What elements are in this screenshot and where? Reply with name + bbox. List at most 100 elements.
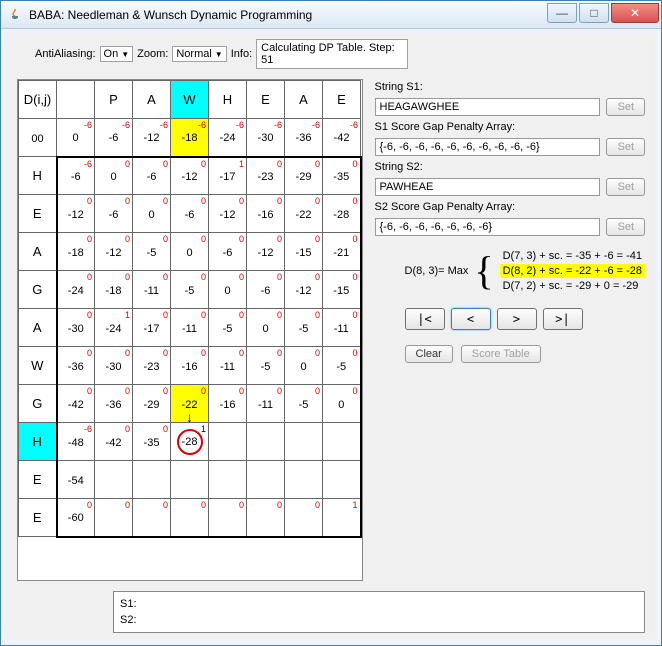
dp-cell: 0-5 (285, 385, 323, 423)
content-area: AntiAliasing: On▼ Zoom: Normal▼ Info: Ca… (1, 29, 661, 645)
dp-cell: 0-16 (171, 347, 209, 385)
dp-cell: 0-12 (171, 157, 209, 195)
nav-first-button[interactable]: |< (405, 308, 445, 330)
formula-lines: D(7, 3) + sc. = -35 + -6 = -41 D(8, 2) +… (500, 249, 645, 293)
dp-cell: 0-11 (171, 309, 209, 347)
close-button[interactable]: ✕ (611, 3, 659, 23)
dp-cell: 0-6 (133, 157, 171, 195)
dp-cell (247, 461, 285, 499)
dp-cell: 0-12 (95, 233, 133, 271)
dp-cell: 0-11 (133, 271, 171, 309)
dp-cell (247, 423, 285, 461)
dp-cell: 0-42 (57, 385, 95, 423)
brace-icon: { (474, 255, 493, 287)
dp-col-header: A (285, 81, 323, 119)
s1-set-button[interactable]: Set (606, 98, 645, 116)
dp-cell: 0-23 (133, 347, 171, 385)
maximize-button[interactable]: □ (579, 3, 609, 23)
alignment-box: S1: S2: (113, 591, 645, 633)
s1arr-input[interactable]: {-6, -6, -6, -6, -6, -6, -6, -6, -6, -6} (375, 138, 601, 156)
dp-cell: 0-6 (95, 195, 133, 233)
aa-label: AntiAliasing: (35, 48, 96, 60)
dp-cell: 0-16 (209, 385, 247, 423)
dp-cell: -60 (57, 119, 95, 157)
dp-cell: -6-48 (57, 423, 95, 461)
s2-label: String S2: (375, 161, 646, 173)
s2-set-button[interactable]: Set (606, 178, 645, 196)
window-controls: — □ ✕ (547, 3, 659, 23)
s2arr-set-button[interactable]: Set (606, 218, 645, 236)
dp-cell: 0-16 (247, 195, 285, 233)
dp-cell: E (19, 499, 57, 537)
formula-left: D(8, 3)= Max (405, 265, 469, 277)
s1-input[interactable]: HEAGAWGHEE (375, 98, 601, 116)
dp-cell: 0 (209, 499, 247, 537)
s1arr-label: S1 Score Gap Penalty Array: (375, 121, 646, 133)
dp-cell: G (19, 271, 57, 309)
dp-cell: 0-11 (323, 309, 361, 347)
dp-col-header: E (323, 81, 361, 119)
dp-cell: 0 (285, 499, 323, 537)
dp-col-header (57, 81, 95, 119)
formula-line-0: D(7, 3) + sc. = -35 + -6 = -41 (500, 249, 645, 263)
dp-cell (171, 461, 209, 499)
s2-input[interactable]: PAWHEAE (375, 178, 601, 196)
dp-cell: A (19, 309, 57, 347)
dp-cell (285, 461, 323, 499)
dp-col-header: A (133, 81, 171, 119)
dp-cell: 0 (247, 499, 285, 537)
dp-cell: 0-24 (57, 271, 95, 309)
dp-cell: 0-5 (171, 271, 209, 309)
dp-cell: 0-11 (247, 385, 285, 423)
dp-cell: 00 (247, 309, 285, 347)
dp-cell: 00 (171, 233, 209, 271)
dp-col-header: W (171, 81, 209, 119)
dp-table-wrap: D(i,j)PAWHEAE00-60-6-6-6-12-6-18-6-24-6-… (17, 79, 363, 581)
info-field: Calculating DP Table. Step: 51 (256, 39, 408, 69)
dp-cell: 00 (209, 271, 247, 309)
formula-line-2: D(7, 2) + sc. = -29 + 0 = -29 (500, 279, 645, 293)
nav-prev-button[interactable]: < (451, 308, 491, 330)
s1arr-set-button[interactable]: Set (606, 138, 645, 156)
dp-cell (323, 461, 361, 499)
dp-table: D(i,j)PAWHEAE00-60-6-6-6-12-6-18-6-24-6-… (18, 80, 362, 538)
dp-cell: 0-35 (323, 157, 361, 195)
nav-last-button[interactable]: >| (543, 308, 583, 330)
dp-cell: 0-6 (171, 195, 209, 233)
window-title: BABA: Needleman & Wunsch Dynamic Program… (29, 8, 547, 22)
dp-cell (323, 423, 361, 461)
dp-cell: 00 (133, 195, 171, 233)
dp-cell: 00 (95, 157, 133, 195)
dp-cell: -6-30 (247, 119, 285, 157)
align-s2-label: S2: (120, 614, 137, 626)
dp-cell: 0-12 (209, 195, 247, 233)
clear-button[interactable]: Clear (405, 345, 453, 363)
chevron-down-icon: ▼ (215, 50, 223, 59)
dp-cell: 1-24 (95, 309, 133, 347)
nav-next-button[interactable]: > (497, 308, 537, 330)
dp-cell: 1-17 (209, 157, 247, 195)
aa-select[interactable]: On▼ (100, 46, 134, 62)
dp-cell: 0-12 (247, 233, 285, 271)
zoom-select[interactable]: Normal▼ (172, 46, 226, 62)
dp-cell: 0 (95, 499, 133, 537)
s1-label: String S1: (375, 81, 646, 93)
dp-cell: H (19, 157, 57, 195)
nav-buttons: |< < > >| (405, 308, 646, 330)
dp-cell: 0-12 (285, 271, 323, 309)
dp-col-header: P (95, 81, 133, 119)
toolbar: AntiAliasing: On▼ Zoom: Normal▼ Info: Ca… (7, 33, 655, 73)
dp-cell: E (19, 195, 57, 233)
dp-cell: 00 (19, 119, 57, 157)
dp-cell: W (19, 347, 57, 385)
s2arr-input[interactable]: {-6, -6, -6, -6, -6, -6, -6} (375, 218, 601, 236)
minimize-button[interactable]: — (547, 3, 577, 23)
score-table-button[interactable]: Score Table (461, 345, 541, 363)
dp-cell: 0-5 (133, 233, 171, 271)
dp-cell: 0-5 (323, 347, 361, 385)
dp-cell: 0-15 (323, 271, 361, 309)
dp-cell: -6-6 (95, 119, 133, 157)
dp-cell: -6-36 (285, 119, 323, 157)
dp-cell: -6-18 (171, 119, 209, 157)
dp-cell: 0-15 (285, 233, 323, 271)
